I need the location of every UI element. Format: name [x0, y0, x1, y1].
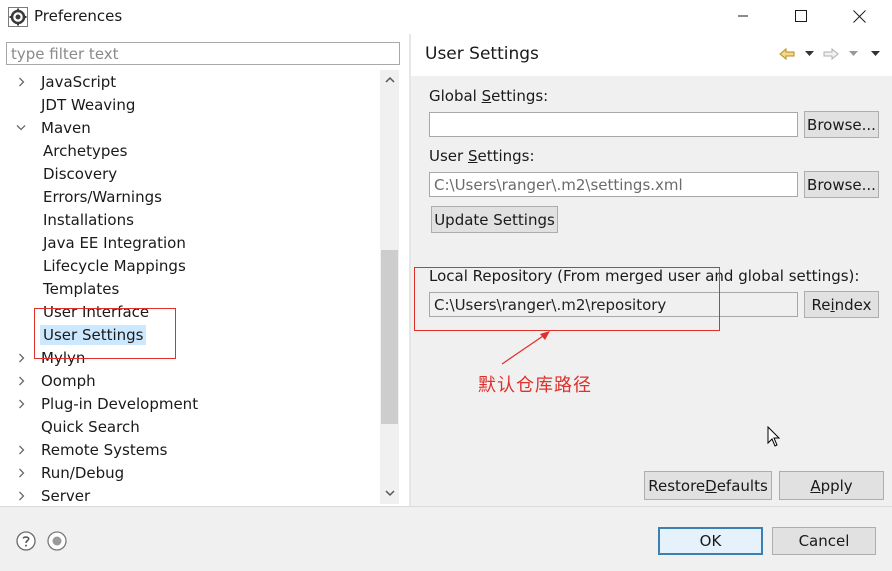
tree-item[interactable]: JDT Weaving: [14, 93, 138, 116]
minimize-button[interactable]: [720, 0, 766, 32]
restore-defaults-button[interactable]: Restore Defaults: [644, 471, 772, 500]
navigation-pane: JavaScript JDT Weaving Maven Archetypes Disc…: [0, 34, 409, 506]
chevron-right-icon[interactable]: [14, 374, 28, 388]
tree-item-label: Java EE Integration: [43, 233, 186, 252]
apply-button[interactable]: Apply: [779, 471, 884, 500]
tree-item[interactable]: Server: [14, 484, 93, 502]
chevron-right-icon[interactable]: [14, 397, 28, 411]
close-icon: [852, 9, 866, 23]
tree-item-label: Discovery: [43, 164, 118, 183]
tree-item[interactable]: Oomph: [14, 369, 99, 392]
chevron-right-icon[interactable]: [14, 75, 28, 89]
annotation-box-user-settings: [34, 308, 176, 359]
maximize-button[interactable]: [778, 0, 824, 32]
global-settings-input[interactable]: [429, 112, 798, 137]
tree-item[interactable]: Maven: [14, 116, 94, 139]
tree-item[interactable]: Java EE Integration: [40, 231, 189, 254]
preference-tree: JavaScript JDT Weaving Maven Archetypes Disc…: [6, 70, 380, 502]
forward-menu-chevron-icon[interactable]: [844, 45, 862, 63]
dialog-footer: OK Cancel: [0, 506, 892, 571]
tree-item[interactable]: Installations: [40, 208, 137, 231]
scroll-down-arrow[interactable]: [380, 484, 399, 503]
user-settings-input[interactable]: C:\Users\ranger\.m2\settings.xml: [429, 172, 798, 197]
eclipse-preferences-icon: [8, 7, 28, 27]
tree-item-label: Lifecycle Mappings: [43, 256, 186, 275]
chevron-right-icon[interactable]: [14, 351, 28, 365]
annotation-box-local-repository: [414, 267, 720, 331]
view-menu-icon[interactable]: [866, 45, 884, 63]
chevron-right-icon[interactable]: [14, 489, 28, 503]
tree-scrollbar[interactable]: [380, 70, 399, 504]
ok-button[interactable]: OK: [658, 527, 763, 555]
minimize-icon: [738, 15, 748, 17]
tree-item-label: JavaScript: [41, 72, 117, 91]
tree-item-label: JDT Weaving: [41, 95, 136, 114]
annotation-arrow: [501, 331, 550, 365]
chevron-right-icon[interactable]: [14, 466, 28, 480]
title-bar: Preferences: [0, 0, 892, 34]
tree-item-label: Archetypes: [43, 141, 128, 160]
scroll-up-arrow[interactable]: [380, 70, 399, 89]
close-button[interactable]: [836, 0, 882, 32]
tree-item-label: Run/Debug: [41, 463, 125, 482]
help-icon[interactable]: [16, 531, 36, 551]
user-browse-button[interactable]: Browse...: [804, 171, 879, 198]
global-settings-label: Global Settings:: [429, 87, 549, 105]
tree-item-label: Oomph: [41, 371, 96, 390]
tree-item[interactable]: Plug-in Development: [14, 392, 201, 415]
tree-item-label: Plug-in Development: [41, 394, 199, 413]
import-export-icon[interactable]: [47, 531, 67, 551]
tree-item[interactable]: JavaScript: [14, 70, 119, 93]
update-settings-button[interactable]: Update Settings: [431, 206, 558, 233]
filter-input[interactable]: [6, 42, 400, 65]
tree-item[interactable]: Run/Debug: [14, 461, 127, 484]
tree-item[interactable]: Errors/Warnings: [40, 185, 165, 208]
forward-arrow-icon[interactable]: [822, 45, 840, 63]
chevron-down-icon: [384, 490, 395, 497]
tree-item-label: Installations: [43, 210, 134, 229]
chevron-down-icon[interactable]: [14, 121, 28, 135]
chevron-right-icon[interactable]: [14, 443, 28, 457]
tree-item[interactable]: Remote Systems: [14, 438, 170, 461]
maximize-icon: [795, 10, 807, 22]
back-menu-chevron-icon[interactable]: [800, 45, 818, 63]
tree-item[interactable]: Templates: [40, 277, 122, 300]
tree-item-label: Quick Search: [41, 417, 140, 436]
scroll-thumb[interactable]: [381, 250, 398, 424]
page-title: User Settings: [425, 44, 539, 64]
tree-item[interactable]: Archetypes: [40, 139, 130, 162]
back-arrow-icon[interactable]: [778, 45, 796, 63]
tree-item[interactable]: Lifecycle Mappings: [40, 254, 189, 277]
tree-item-label: Remote Systems: [41, 440, 168, 459]
reindex-button[interactable]: Re i ndex: [804, 291, 879, 318]
tree-item-label: Maven: [41, 118, 91, 137]
tree-item-label: Server: [41, 486, 91, 503]
window-title: Preferences: [34, 7, 123, 25]
tree-item[interactable]: Discovery: [40, 162, 120, 185]
cancel-button[interactable]: Cancel: [772, 527, 876, 555]
tree-item-label: Errors/Warnings: [43, 187, 162, 206]
tree-item-label: Templates: [43, 279, 120, 298]
tree-item[interactable]: Quick Search: [14, 415, 143, 438]
global-browse-button[interactable]: Browse...: [804, 111, 879, 138]
mouse-cursor-icon: [767, 426, 781, 447]
page-header: User Settings: [411, 34, 892, 76]
chevron-up-icon: [384, 76, 395, 83]
annotation-text: 默认仓库路径: [478, 375, 592, 396]
user-settings-label: User Settings:: [429, 147, 535, 165]
